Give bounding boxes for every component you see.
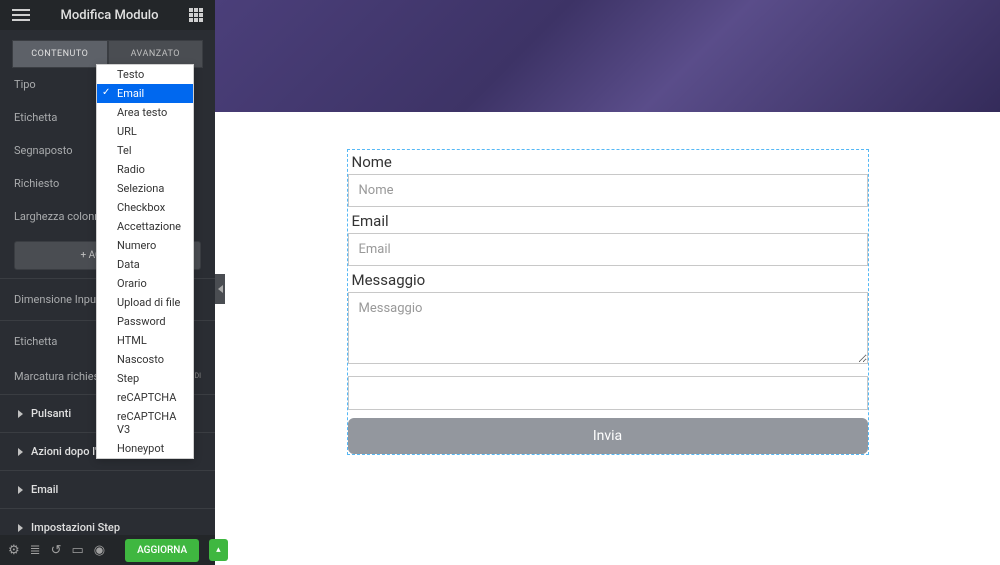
dropdown-option-email[interactable]: Email <box>97 84 193 103</box>
header-bar: Modifica Modulo <box>0 0 215 30</box>
dropdown-option-accettazione[interactable]: Accettazione <box>97 217 193 236</box>
dropdown-option-data[interactable]: Data <box>97 255 193 274</box>
dropdown-option-numero[interactable]: Numero <box>97 236 193 255</box>
input-email[interactable] <box>348 233 868 266</box>
textarea-messaggio[interactable] <box>348 292 868 364</box>
caret-icon <box>18 524 23 532</box>
apps-grid-icon[interactable] <box>189 8 203 22</box>
dropdown-option-honeypot[interactable]: Honeypot <box>97 439 193 458</box>
submit-button[interactable]: Invia <box>348 418 868 454</box>
dropdown-option-step[interactable]: Step <box>97 369 193 388</box>
tab-contenuto[interactable]: CONTENUTO <box>12 40 108 68</box>
caret-icon <box>18 486 23 494</box>
caret-icon <box>18 448 23 456</box>
tipo-dropdown[interactable]: Testo Email Area testo URL Tel Radio Sel… <box>96 64 194 459</box>
form-widget[interactable]: Nome Email Messaggio Invia <box>347 149 869 455</box>
panel-collapse-button[interactable] <box>215 274 225 304</box>
accordion-email[interactable]: Email <box>0 470 215 508</box>
label-email: Email <box>348 209 868 233</box>
dropdown-option-radio[interactable]: Radio <box>97 160 193 179</box>
preview-icon[interactable]: ◉ <box>94 543 105 558</box>
dropdown-option-url[interactable]: URL <box>97 122 193 141</box>
dropdown-option-recaptcha[interactable]: reCAPTCHA <box>97 388 193 407</box>
update-button[interactable]: AGGIORNA <box>125 539 199 562</box>
hamburger-icon[interactable] <box>12 9 30 21</box>
label-messaggio: Messaggio <box>348 268 868 292</box>
history-icon[interactable]: ↺ <box>51 543 62 558</box>
device-icon[interactable]: ▭ <box>71 543 83 558</box>
dropdown-option-testo[interactable]: Testo <box>97 65 193 84</box>
input-nome[interactable] <box>348 174 868 207</box>
banner-section <box>215 0 1000 112</box>
label-nome: Nome <box>348 150 868 174</box>
dropdown-option-upload[interactable]: Upload di file <box>97 293 193 312</box>
caret-icon <box>18 410 23 418</box>
dropdown-option-nascosto[interactable]: Nascosto <box>97 350 193 369</box>
dropdown-option-seleziona[interactable]: Seleziona <box>97 179 193 198</box>
canvas: Nome Email Messaggio Invia <box>215 0 1000 565</box>
dropdown-option-area-testo[interactable]: Area testo <box>97 103 193 122</box>
dropdown-option-checkbox[interactable]: Checkbox <box>97 198 193 217</box>
update-dropdown-button[interactable]: ▴ <box>209 539 228 561</box>
dropdown-option-html[interactable]: HTML <box>97 331 193 350</box>
dropdown-option-password[interactable]: Password <box>97 312 193 331</box>
accordion-step[interactable]: Impostazioni Step <box>0 508 215 535</box>
layers-icon[interactable]: ≣ <box>30 543 41 558</box>
dropdown-option-recaptcha-v3[interactable]: reCAPTCHA V3 <box>97 407 193 439</box>
dropdown-option-orario[interactable]: Orario <box>97 274 193 293</box>
bottom-toolbar: ⚙ ≣ ↺ ▭ ◉ AGGIORNA ▴ <box>0 535 215 565</box>
dropdown-option-tel[interactable]: Tel <box>97 141 193 160</box>
empty-field-placeholder[interactable] <box>348 376 868 410</box>
settings-icon[interactable]: ⚙ <box>8 543 20 558</box>
header-title: Modifica Modulo <box>30 8 189 23</box>
